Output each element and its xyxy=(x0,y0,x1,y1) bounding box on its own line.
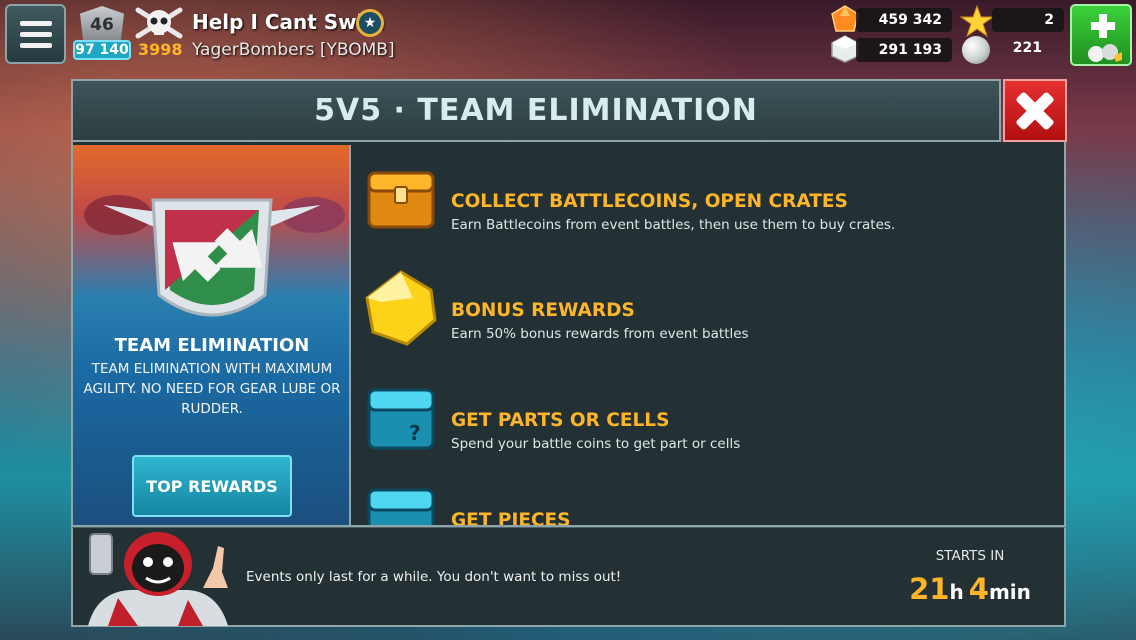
star-rank-icon: ★ xyxy=(356,9,384,37)
gold-gem-icon xyxy=(365,270,437,346)
rank-level: 46 xyxy=(90,15,114,35)
trophy-count: 97 140 xyxy=(73,40,131,60)
countdown-hours-unit: h xyxy=(949,580,964,604)
countdown-hours: 21 xyxy=(909,572,950,606)
skull-avatar-icon[interactable] xyxy=(134,4,184,42)
team-elimination-emblem-icon xyxy=(84,195,345,317)
star-icon xyxy=(960,4,994,38)
reward-item: COLLECT BATTLECOINS, OPEN CRATES Earn Ba… xyxy=(353,159,1063,249)
hamburger-line xyxy=(19,42,52,48)
blue-crate-icon xyxy=(367,488,435,525)
reward-description: Spend your battle coins to get part or c… xyxy=(451,436,741,452)
event-title: TEAM ELIMINATION xyxy=(114,335,310,356)
countdown-minutes-unit: min xyxy=(988,580,1031,604)
event-description: TEAM ELIMINATION WITH MAXIMUM AGILITY. N… xyxy=(83,361,341,417)
reward-title: COLLECT BATTLECOINS, OPEN CRATES xyxy=(451,191,848,212)
gold-crate-icon xyxy=(367,171,435,229)
stars-count: 2 xyxy=(992,8,1064,32)
event-card: TEAM ELIMINATION TEAM ELIMINATION WITH M… xyxy=(73,145,351,525)
top-rewards-button[interactable]: TOP REWARDS xyxy=(132,455,292,517)
panel-header: 5V5 · TEAM ELIMINATION xyxy=(71,79,1001,142)
reward-item: BONUS REWARDS Earn 50% bonus rewards fro… xyxy=(353,268,1063,358)
clan-name[interactable]: YagerBombers [YBOMB] xyxy=(192,40,395,60)
reward-description: Earn 50% bonus rewards from event battle… xyxy=(451,326,749,342)
pearl-icon xyxy=(962,36,990,64)
reward-item: ? GET PARTS OR CELLS Spend your battle c… xyxy=(353,378,1063,468)
rewards-list[interactable]: COLLECT BATTLECOINS, OPEN CRATES Earn Ba… xyxy=(353,145,1063,525)
reward-title: BONUS REWARDS xyxy=(451,300,635,321)
reward-item: GET PIECES xyxy=(353,478,1063,525)
menu-button[interactable] xyxy=(5,4,66,64)
starts-in-label: STARTS IN xyxy=(935,548,1005,564)
pearls-count: 221 xyxy=(1012,40,1042,56)
hamburger-line xyxy=(19,31,52,37)
rank-badge[interactable]: 46 xyxy=(80,6,124,44)
countdown-timer: 21h 4min xyxy=(908,572,1032,606)
gems-count: 459 342 xyxy=(856,8,952,32)
reward-title: GET PIECES xyxy=(451,510,571,525)
currency-pile-icon xyxy=(1088,44,1122,62)
countdown-minutes: 4 xyxy=(968,572,989,606)
svg-text:?: ? xyxy=(409,421,421,445)
shop-button[interactable] xyxy=(1070,4,1132,66)
close-button[interactable] xyxy=(1003,79,1067,142)
blue-mystery-crate-icon: ? xyxy=(367,388,435,450)
panel-title: 5V5 · TEAM ELIMINATION xyxy=(314,93,758,128)
reward-title: GET PARTS OR CELLS xyxy=(451,410,670,431)
robot-mascot-icon xyxy=(88,532,228,626)
gold-count: 3998 xyxy=(138,40,183,59)
silver-count: 291 193 xyxy=(856,38,952,62)
reward-description: Earn Battlecoins from event battles, the… xyxy=(451,217,896,233)
footer-message: Events only last for a while. You don't … xyxy=(246,569,622,585)
hamburger-line xyxy=(19,20,52,26)
